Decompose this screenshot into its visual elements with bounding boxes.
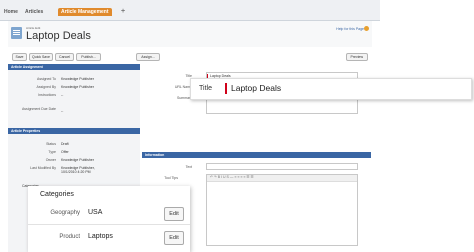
geography-label: Geography xyxy=(50,210,80,216)
page-title: Laptop Deals xyxy=(26,30,91,42)
geography-value: USA xyxy=(88,209,103,216)
category-row-geography: Geography USA Edit xyxy=(28,204,190,226)
article-assignment-header: Article Assignment xyxy=(8,64,140,70)
instructions-value: -- xyxy=(61,93,64,97)
tab-bar: Home Articles Article Management + xyxy=(0,0,380,21)
save-button[interactable]: Save xyxy=(12,53,27,61)
assign-button[interactable]: Assign... xyxy=(136,53,160,61)
url-name-label: URL Name xyxy=(174,85,192,89)
instructions-label: Instructions xyxy=(38,93,56,97)
editor-toolbar[interactable]: ↶ ↷ B I U S — ≡ ≡ ≡ ≡ ☰ ☰ xyxy=(207,175,357,182)
tab-article-management[interactable]: Article Management xyxy=(58,8,112,16)
owner-label: Owner xyxy=(45,158,56,162)
due-date-value: -- xyxy=(61,109,64,113)
status-value: Draft xyxy=(61,142,69,146)
edit-geography-button[interactable]: Edit xyxy=(164,207,184,221)
action-toolbar: Save Quick Save Cancel Publish... Assign… xyxy=(8,52,372,62)
article-icon xyxy=(11,27,22,39)
owner-value: Knowledge Publisher xyxy=(61,158,94,162)
help-link[interactable]: Help for this Page xyxy=(336,27,364,31)
assigned-to-value: Knowledge Publisher xyxy=(61,77,94,81)
page-header: Article Edit Laptop Deals Help for this … xyxy=(8,21,372,47)
status-label: Status xyxy=(46,142,56,146)
divider xyxy=(28,224,190,225)
edit-product-button[interactable]: Edit xyxy=(164,231,184,245)
cancel-button[interactable]: Cancel xyxy=(55,53,74,61)
preview-button[interactable]: Preview xyxy=(345,53,368,61)
assigned-by-value: Knowledge Publisher xyxy=(61,85,94,89)
due-date-label: Assignment Due Date xyxy=(21,107,56,111)
callout-title-value[interactable]: Laptop Deals xyxy=(225,83,281,94)
title-zoom-callout: Title Laptop Deals xyxy=(190,78,472,100)
tool-tips-label: Tool Tips xyxy=(164,176,178,180)
summary-label: Summary xyxy=(177,96,192,100)
text-input[interactable] xyxy=(206,163,358,170)
product-value: Laptops xyxy=(88,233,113,240)
callout-title-label: Title xyxy=(199,85,212,92)
add-tab-icon[interactable]: + xyxy=(121,8,125,15)
rich-text-editor[interactable]: ↶ ↷ B I U S — ≡ ≡ ≡ ≡ ☰ ☰ xyxy=(206,174,358,246)
tab-home[interactable]: Home xyxy=(4,9,18,15)
callout-categories-title: Categories xyxy=(40,191,74,198)
information-header: Information xyxy=(142,152,371,158)
publish-button[interactable]: Publish... xyxy=(76,53,101,61)
last-modified-label: Last Modified By xyxy=(30,166,56,170)
help-icon[interactable] xyxy=(364,26,369,31)
article-properties-header: Article Properties xyxy=(8,128,140,134)
text-label: Text xyxy=(185,165,192,169)
category-row-product: Product Laptops Edit xyxy=(28,228,190,250)
tab-articles[interactable]: Articles xyxy=(25,9,43,15)
quick-save-button[interactable]: Quick Save xyxy=(29,53,53,61)
product-label: Product xyxy=(59,234,80,240)
assigned-to-label: Assigned To xyxy=(36,77,56,81)
last-modified-value: Knowledge Publisher, 10/1/2010 4:20 PM xyxy=(61,166,95,174)
type-label: Type xyxy=(48,150,56,154)
categories-zoom-callout: Categories Geography USA Edit Product La… xyxy=(28,186,190,252)
title-label: Title xyxy=(185,74,192,78)
assigned-by-label: Assigned By xyxy=(36,85,56,89)
type-value: Offer xyxy=(61,150,69,154)
